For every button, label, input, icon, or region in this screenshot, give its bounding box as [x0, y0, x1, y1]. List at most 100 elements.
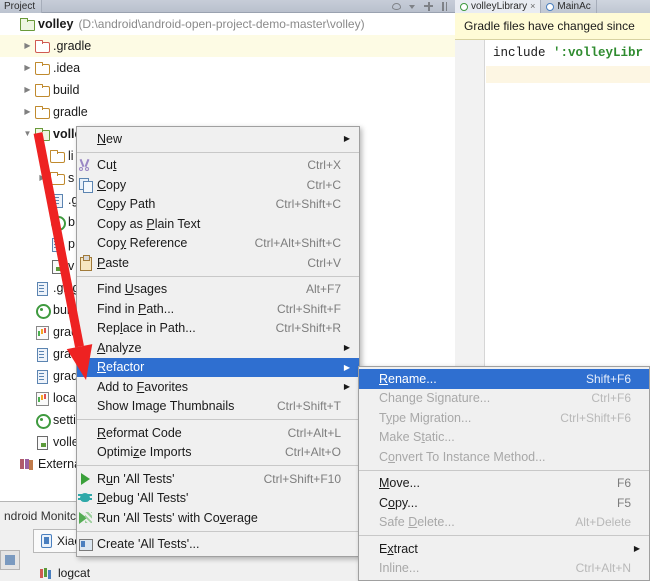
menu-item-shortcut: Alt+Delete — [575, 515, 631, 530]
tree-item-label: .gradle — [53, 39, 92, 53]
menu-item-label: Find in Path... — [97, 301, 175, 316]
chevron-right-icon[interactable] — [21, 86, 34, 94]
menu-item-label: New — [97, 131, 123, 146]
tree-item[interactable]: volley (D:\android\android-open-project-d… — [0, 13, 455, 35]
plus-icon[interactable] — [424, 1, 433, 11]
tree-item[interactable]: .gradle — [0, 35, 455, 57]
menu-item[interactable]: Show Image Thumbnails Ctrl+Shift+T — [77, 397, 359, 417]
menu-item-label: Copy as Plain Text — [97, 216, 201, 231]
menu-item[interactable]: Paste Ctrl+V — [77, 253, 359, 273]
menu-item-shortcut: Ctrl+V — [307, 255, 341, 270]
menu-item[interactable]: Analyze — [77, 338, 359, 358]
chevron-right-icon[interactable] — [36, 174, 49, 182]
menu-item[interactable]: Run 'All Tests' Ctrl+Shift+F10 — [77, 469, 359, 489]
menu-item-shortcut: Ctrl+Shift+F — [276, 301, 341, 316]
menu-icon-slot — [77, 301, 97, 317]
menu-item[interactable]: Copy Reference Ctrl+Alt+Shift+C — [77, 234, 359, 254]
xml-icon — [49, 259, 64, 274]
tree-item[interactable]: build — [0, 79, 455, 101]
menu-item: Type Migration... Ctrl+Shift+F6 — [359, 408, 649, 428]
menu-item-label: Rename... — [379, 371, 437, 386]
menu-item-label: Find Usages — [97, 282, 168, 297]
menu-icon-slot — [359, 560, 379, 576]
menu-item-shortcut: Ctrl+Shift+R — [275, 321, 341, 336]
close-icon[interactable]: × — [530, 0, 535, 13]
menu-item[interactable]: Optimize Imports Ctrl+Alt+O — [77, 443, 359, 463]
menu-item[interactable]: Run 'All Tests' with Coverage — [77, 508, 359, 528]
logcat-tab[interactable]: logcat — [33, 562, 123, 581]
menu-item[interactable]: Find Usages Alt+F7 — [77, 280, 359, 300]
chevron-down-icon[interactable] — [21, 130, 34, 138]
menu-item-label: Analyze — [97, 340, 142, 355]
menu-item-label: Change Signature... — [379, 391, 491, 406]
tab-project[interactable]: Project — [0, 0, 43, 13]
tree-item-label: volley — [38, 17, 74, 31]
context-menu[interactable]: New Cut Ctrl+X Copy Ctrl+C Copy Path Ctrl+Shif… — [76, 126, 360, 557]
chevron-right-icon[interactable] — [21, 42, 34, 50]
tree-item[interactable]: gradle — [0, 101, 455, 123]
menu-item[interactable]: Move... F6 — [359, 474, 649, 494]
menu-item[interactable]: Find in Path... Ctrl+Shift+F — [77, 299, 359, 319]
ide-window: Project volley (D:\android\android-open-p… — [0, 0, 650, 581]
logcat-icon — [40, 567, 53, 579]
menu-item-shortcut: Ctrl+X — [307, 158, 341, 173]
tree-item[interactable]: .idea — [0, 57, 455, 79]
collapse-icon[interactable] — [440, 1, 449, 11]
menu-icon-slot — [77, 216, 97, 232]
gradle-file-icon — [460, 2, 468, 11]
chevron-down-icon[interactable] — [408, 2, 417, 11]
refactor-submenu[interactable]: Rename... Shift+F6 Change Signature... Ctrl… — [358, 366, 650, 581]
eye-icon[interactable] — [392, 2, 401, 10]
menu-item[interactable]: Copy... F5 — [359, 493, 649, 513]
editor-tab[interactable]: volleyLibrary × — [455, 0, 542, 13]
folder-icon — [49, 149, 65, 163]
menu-item-label: Optimize Imports — [97, 445, 192, 460]
module-icon — [19, 17, 35, 31]
menu-item[interactable]: New — [77, 129, 359, 149]
copy-icon — [77, 177, 97, 193]
menu-item-shortcut: Ctrl+Shift+T — [276, 399, 341, 414]
menu-item: Change Signature... Ctrl+F6 — [359, 389, 649, 409]
editor-tab[interactable]: MainAc — [541, 0, 597, 13]
menu-icon-slot — [359, 410, 379, 426]
tree-item-path: (D:\android\android-open-project-demo-ma… — [78, 17, 365, 31]
menu-item-shortcut: Ctrl+Alt+O — [284, 445, 341, 460]
menu-item[interactable]: Rename... Shift+F6 — [359, 369, 649, 389]
tree-item-label: v — [68, 259, 75, 273]
android-monitor-label: ndroid Monitc — [4, 509, 77, 523]
tree-item-label: .idea — [53, 61, 81, 75]
menu-icon-slot — [359, 371, 379, 387]
chevron-right-icon — [341, 363, 353, 372]
menu-item[interactable]: Cut Ctrl+X — [77, 156, 359, 176]
menu-icon-slot — [77, 379, 97, 395]
editor-tab-bar[interactable]: volleyLibrary × MainAc — [455, 0, 650, 13]
menu-item[interactable]: Add to Favorites — [77, 377, 359, 397]
menu-item-label: Debug 'All Tests' — [97, 491, 189, 506]
menu-item-label: Create 'All Tests'... — [97, 537, 200, 552]
menu-item-shortcut: Ctrl+Shift+F6 — [560, 410, 631, 425]
tree-item-label: b — [68, 215, 75, 229]
menu-item-shortcut: Ctrl+Alt+L — [287, 425, 341, 440]
chevron-right-icon[interactable] — [21, 64, 34, 72]
chevron-right-icon[interactable] — [21, 108, 34, 116]
menu-item[interactable]: Create 'All Tests'... — [77, 535, 359, 555]
menu-icon-slot — [77, 398, 97, 414]
menu-item[interactable]: Copy as Plain Text — [77, 214, 359, 234]
menu-item-label: Run 'All Tests' with Coverage — [97, 510, 258, 525]
menu-item[interactable]: Replace in Path... Ctrl+Shift+R — [77, 319, 359, 339]
file-icon — [34, 281, 49, 296]
chevron-right-icon — [341, 343, 353, 352]
menu-item[interactable]: Refactor — [77, 357, 359, 377]
menu-item[interactable]: Reformat Code Ctrl+Alt+L — [77, 423, 359, 443]
tree-item-label: build — [53, 83, 80, 97]
menu-item[interactable]: Copy Ctrl+C — [77, 175, 359, 195]
run-icon — [77, 471, 97, 487]
code-string-literal: ':volleyLibr — [553, 46, 644, 60]
menu-item[interactable]: Debug 'All Tests' — [77, 489, 359, 509]
editor-tab-label: volleyLibrary — [471, 1, 528, 12]
gradle-icon — [34, 391, 49, 406]
menu-item[interactable]: Extract — [359, 539, 649, 559]
menu-item-label: Run 'All Tests' — [97, 471, 175, 486]
menu-item[interactable]: Copy Path Ctrl+Shift+C — [77, 195, 359, 215]
tool-window-button[interactable] — [0, 550, 20, 570]
